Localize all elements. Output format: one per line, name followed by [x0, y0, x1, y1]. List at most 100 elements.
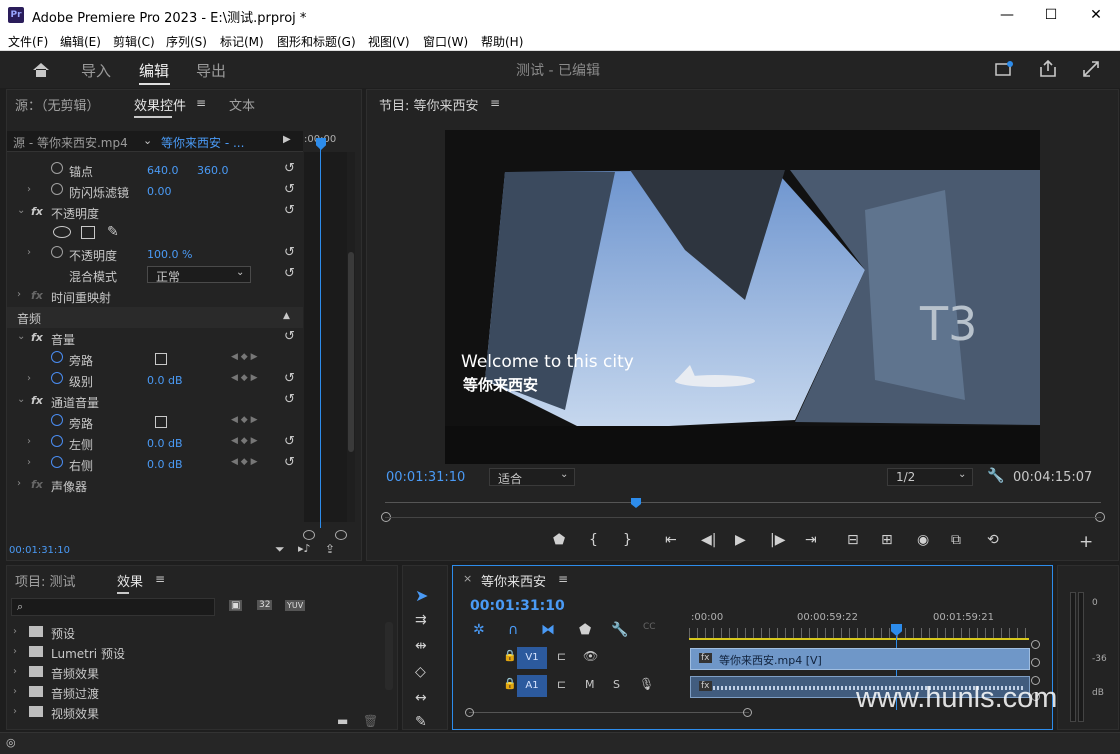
chevron-right-icon[interactable]: ›: [27, 373, 31, 384]
keyframe-nav-icon[interactable]: ◀ ◆ ▶: [231, 352, 258, 362]
razor-tool-icon[interactable]: ◇: [415, 664, 426, 680]
compare-view-icon[interactable]: ⧉: [951, 532, 961, 548]
panel-menu-icon[interactable]: ≡: [196, 96, 206, 110]
horizontal-zoom-bar[interactable]: [469, 712, 749, 713]
effect-controls-timecode[interactable]: 00:01:31:10: [9, 545, 70, 556]
keyframe-nav-icon[interactable]: ◀ ◆ ▶: [231, 436, 258, 446]
extract-icon[interactable]: ⊞: [881, 532, 893, 548]
level-value[interactable]: 0.0 dB: [147, 374, 183, 387]
fx-icon[interactable]: fx: [31, 394, 43, 407]
keyframe-nav-icon[interactable]: ◀ ◆ ▶: [231, 373, 258, 383]
tab-effect-controls[interactable]: 效果控件: [134, 95, 186, 118]
menu-view[interactable]: 视图(V): [368, 33, 410, 50]
trash-icon[interactable]: 🗑: [363, 714, 378, 728]
zoom-handle-left[interactable]: [465, 708, 474, 717]
lift-icon[interactable]: ⊟: [847, 532, 859, 548]
accelerated-effects-icon[interactable]: ▣: [229, 600, 243, 611]
reset-icon[interactable]: ↺: [284, 434, 295, 449]
keyframe-nav-icon[interactable]: ◀ ◆ ▶: [231, 415, 258, 425]
reset-icon[interactable]: ↺: [284, 266, 295, 281]
chevron-right-icon[interactable]: ›: [13, 686, 17, 697]
scrollbar[interactable]: [347, 152, 355, 522]
left-channel-value[interactable]: 0.0 dB: [147, 437, 183, 450]
selection-tool-icon[interactable]: ➤: [415, 586, 428, 605]
go-to-in-icon[interactable]: ⇤: [665, 532, 677, 548]
yuv-effects-icon[interactable]: YUV: [285, 600, 306, 611]
tab-import[interactable]: 导入: [81, 60, 111, 81]
panel-menu-icon[interactable]: ≡: [155, 572, 165, 586]
microphone-icon[interactable]: 🎙: [639, 677, 654, 691]
wrench-icon[interactable]: 🔧: [611, 622, 628, 638]
stopwatch-icon[interactable]: [51, 414, 63, 426]
sequence-clip-label[interactable]: 等你来西安 - ...: [161, 134, 244, 151]
fx-icon[interactable]: fx: [31, 331, 43, 344]
play-icon[interactable]: ▶: [735, 532, 746, 548]
stopwatch-icon[interactable]: [51, 183, 63, 195]
maximize-button[interactable]: ☐: [1028, 0, 1074, 30]
tab-source[interactable]: 源：（无剪辑）: [15, 95, 100, 114]
keyframe-nav-icon[interactable]: ◀ ◆ ▶: [231, 457, 258, 467]
minimize-button[interactable]: —: [984, 0, 1030, 30]
chevron-right-icon[interactable]: ›: [13, 706, 17, 717]
collapse-up-icon[interactable]: ▲: [283, 311, 290, 321]
lock-icon[interactable]: 🔒: [503, 649, 517, 662]
flicker-value[interactable]: 0.00: [147, 185, 172, 198]
stopwatch-icon[interactable]: [51, 351, 63, 363]
wrench-icon[interactable]: 🔧: [987, 468, 1004, 484]
tab-effects[interactable]: 效果: [117, 571, 143, 594]
zoom-handle-right[interactable]: [743, 708, 752, 717]
effects-search-input[interactable]: ⌕: [11, 598, 215, 616]
fit-select[interactable]: 适合 ⌄: [489, 468, 575, 486]
fx-icon[interactable]: fx: [31, 205, 43, 218]
step-forward-icon[interactable]: |▶: [770, 532, 785, 548]
effects-folder-item[interactable]: › 视频效果: [13, 704, 383, 724]
status-icon[interactable]: ◎: [6, 736, 16, 749]
effects-folder-item[interactable]: › 音频效果: [13, 664, 383, 684]
pen-tool-icon[interactable]: ✎: [415, 714, 427, 730]
menu-window[interactable]: 窗口(W): [423, 33, 468, 50]
fullscreen-icon[interactable]: [1082, 60, 1100, 78]
play-audio-icon[interactable]: ▸♪: [298, 542, 311, 555]
bypass-checkbox[interactable]: [155, 353, 167, 365]
slip-tool-icon[interactable]: ↔: [415, 690, 427, 706]
solo-button[interactable]: S: [613, 678, 620, 691]
vr-toggle-icon[interactable]: ⟲: [987, 532, 999, 548]
menu-help[interactable]: 帮助(H): [481, 33, 523, 50]
zoom-handle-left[interactable]: [303, 530, 315, 540]
chevron-right-icon[interactable]: ›: [27, 436, 31, 447]
anchor-x-value[interactable]: 640.0: [147, 164, 179, 177]
menu-edit[interactable]: 编辑(E): [60, 33, 101, 50]
close-button[interactable]: ✕: [1073, 0, 1119, 30]
panel-menu-icon[interactable]: ≡: [490, 96, 500, 110]
tab-edit[interactable]: 编辑: [139, 60, 169, 81]
program-scrub-bar[interactable]: [385, 502, 1101, 503]
play-arrow-icon[interactable]: ▶: [283, 134, 291, 145]
chevron-right-icon[interactable]: ›: [27, 247, 31, 258]
filter-icon[interactable]: ⏷: [275, 542, 285, 557]
ellipse-mask-icon[interactable]: [53, 226, 71, 238]
timeline-timecode[interactable]: 00:01:31:10: [470, 598, 565, 614]
effects-folder-item[interactable]: › 预设: [13, 624, 383, 644]
mini-playhead-handle[interactable]: [316, 138, 326, 150]
chevron-right-icon[interactable]: ›: [17, 478, 21, 489]
reset-icon[interactable]: ↺: [284, 203, 295, 218]
stopwatch-icon[interactable]: [51, 456, 63, 468]
chevron-right-icon[interactable]: ›: [27, 457, 31, 468]
new-folder-icon[interactable]: ▬: [337, 714, 348, 728]
close-tab-icon[interactable]: ×: [463, 572, 472, 585]
reset-icon[interactable]: ↺: [284, 329, 295, 344]
reset-icon[interactable]: ↺: [284, 371, 295, 386]
bypass-checkbox[interactable]: [155, 416, 167, 428]
add-button-icon[interactable]: +: [1079, 532, 1093, 552]
reset-icon[interactable]: ↺: [284, 245, 295, 260]
chevron-right-icon[interactable]: ›: [13, 666, 17, 677]
go-to-out-icon[interactable]: ⇥: [805, 532, 817, 548]
fx-icon[interactable]: fx: [31, 478, 43, 491]
captions-icon[interactable]: CC: [643, 622, 656, 632]
tab-text[interactable]: 文本: [229, 95, 255, 114]
fx-icon[interactable]: fx: [31, 289, 43, 302]
anchor-y-value[interactable]: 360.0: [197, 164, 229, 177]
reset-icon[interactable]: ↺: [284, 182, 295, 197]
tab-project[interactable]: 项目: 测试: [15, 571, 76, 590]
stopwatch-icon[interactable]: [51, 246, 63, 258]
